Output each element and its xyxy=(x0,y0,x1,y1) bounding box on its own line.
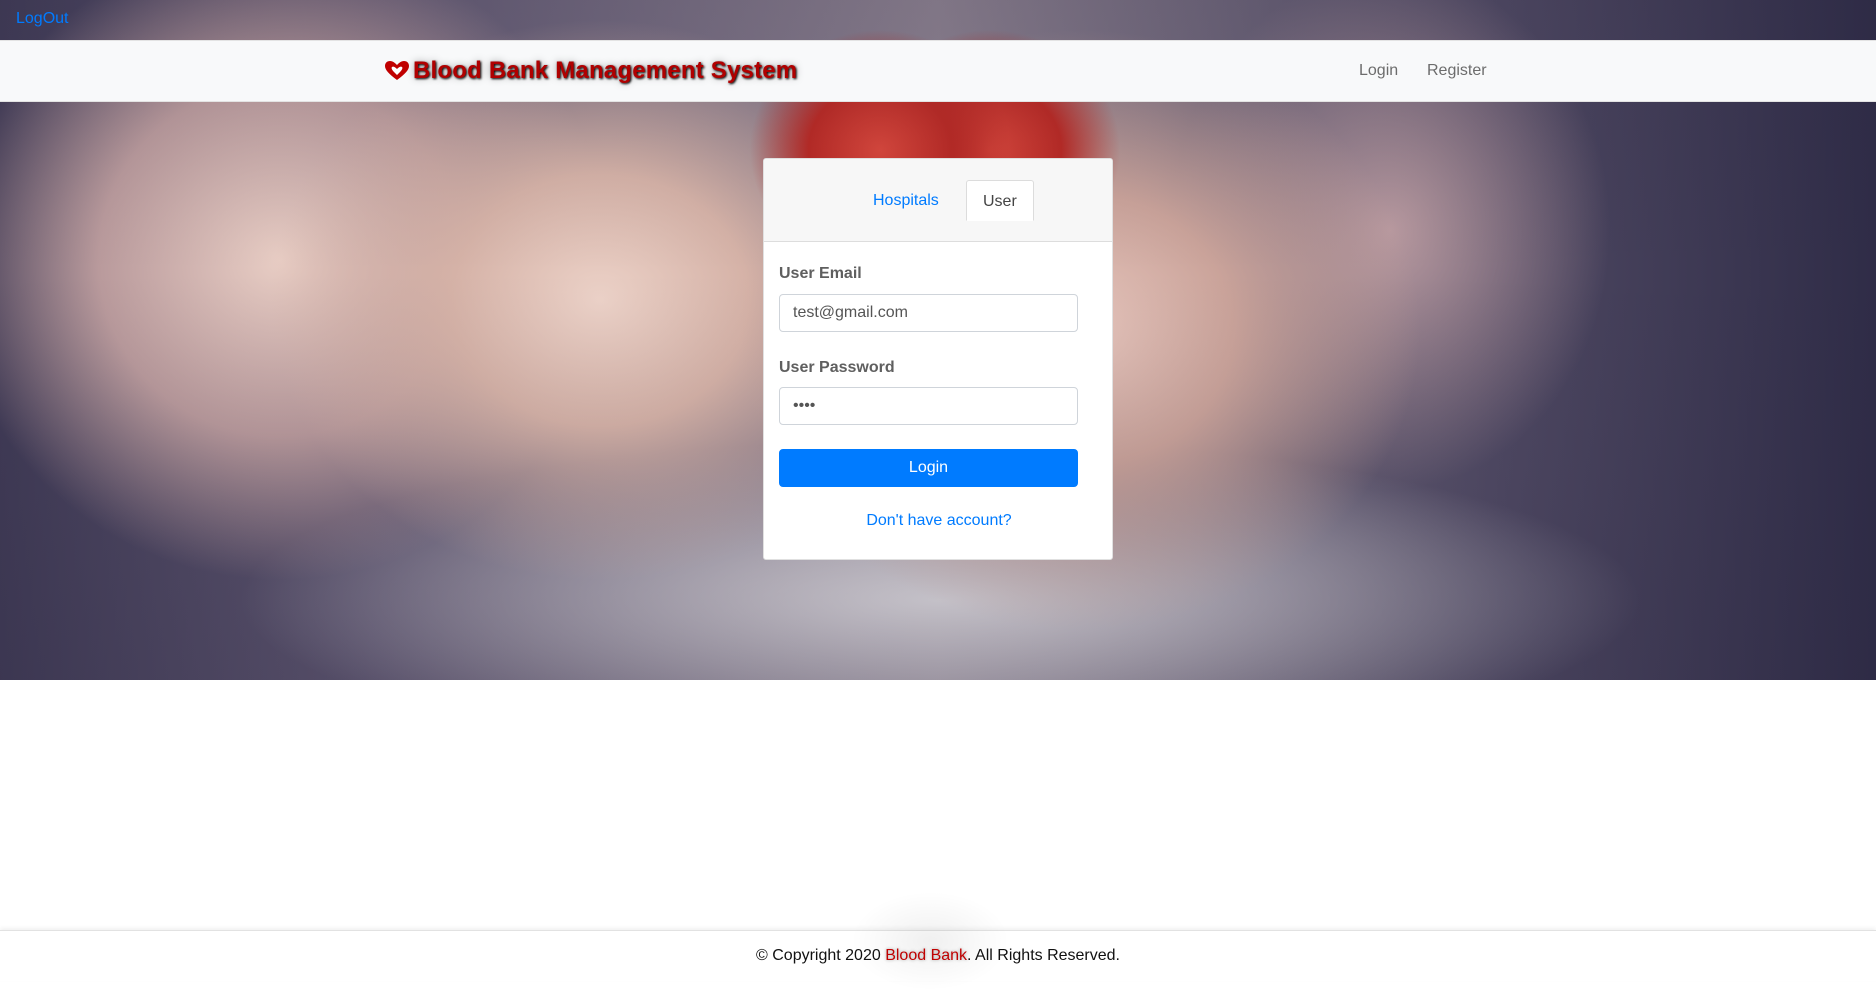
email-label: User Email xyxy=(779,265,862,282)
login-card: Hospitals User User Email User Password … xyxy=(763,158,1113,560)
heart-hands-icon xyxy=(385,61,409,80)
nav-login-link[interactable]: Login xyxy=(1359,62,1398,80)
nav-register-link[interactable]: Register xyxy=(1427,62,1487,80)
card-header-tabs: Hospitals User xyxy=(764,159,1112,242)
navbar: Blood Bank Management System Login Regis… xyxy=(0,40,1876,102)
footer: © Copyright 2020 Blood Bank. All Rights … xyxy=(0,891,1876,991)
footer-decoration xyxy=(850,891,1010,991)
logout-link[interactable]: LogOut xyxy=(16,10,68,28)
brand-title: Blood Bank Management System xyxy=(413,57,798,84)
register-account-link[interactable]: Don't have account? xyxy=(764,512,1112,530)
password-label: User Password xyxy=(779,359,895,376)
password-field[interactable] xyxy=(779,387,1078,425)
footer-suffix: . All Rights Reserved. xyxy=(967,947,1120,964)
footer-brand-name: Blood Bank xyxy=(885,947,968,964)
tab-user[interactable]: User xyxy=(966,180,1034,221)
login-button[interactable]: Login xyxy=(779,449,1078,487)
brand-link[interactable]: Blood Bank Management System xyxy=(384,57,797,85)
footer-copyright: © Copyright 2020 Blood Bank. All Rights … xyxy=(0,947,1876,965)
email-field[interactable] xyxy=(779,294,1078,332)
footer-prefix: © Copyright 2020 xyxy=(756,947,886,964)
tab-hospitals[interactable]: Hospitals xyxy=(857,180,955,221)
